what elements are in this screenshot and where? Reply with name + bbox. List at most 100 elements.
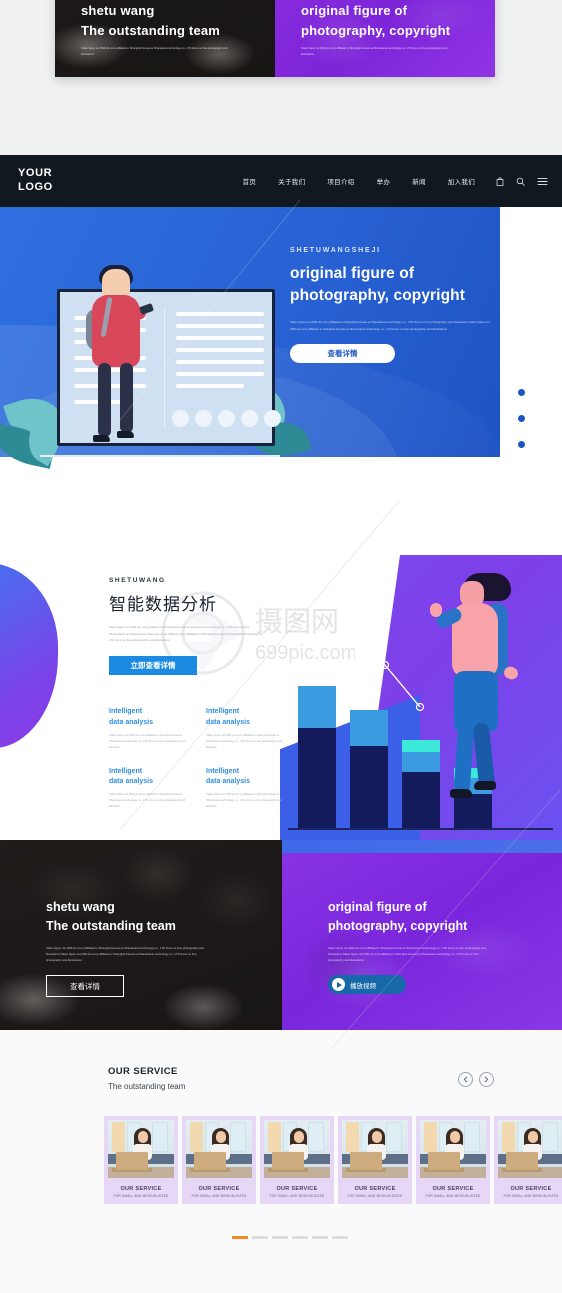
hero-heading-line2: photography, copyright: [290, 287, 465, 305]
search-icon[interactable]: [516, 177, 525, 186]
service-card[interactable]: OUR SERVICE FOR SMALL AND MEDIUM-SIZED: [416, 1116, 490, 1204]
hero-cta-button[interactable]: 查看详情: [290, 344, 395, 364]
slider-dot-1[interactable]: [518, 389, 525, 396]
slider-dot-3[interactable]: [518, 441, 525, 448]
purple-panel-heading: original figure of photography, copyrigh…: [328, 898, 528, 937]
feature-title: Intelligent data analysis: [206, 707, 283, 729]
hamburger-menu-icon[interactable]: [537, 177, 548, 186]
dual-panel-section: shetu wang The outstanding team Taken fi…: [0, 840, 562, 1030]
webpage-mockup: shetu wang The outstanding team Taken fi…: [0, 0, 562, 1293]
nav-item-news[interactable]: 新闻: [401, 176, 437, 186]
ground-line: [40, 455, 280, 457]
preview-purple-panel: original figure of photography, copyrigh…: [275, 0, 495, 77]
purple-panel-line2: photography, copyright: [328, 919, 468, 934]
navigation-bar: YOUR LOGO 首页 关于我们 项目介绍 举办 新闻 加入我们: [0, 155, 562, 207]
feature-card[interactable]: Intelligent data analysis Taken figure n…: [109, 767, 186, 811]
preview-panels: shetu wang The outstanding team Taken fi…: [55, 0, 495, 77]
logo-line1: YOUR: [18, 167, 53, 180]
preview-dark-line1: shetu wang: [81, 3, 155, 19]
preview-dark-line2: The outstanding team: [81, 22, 221, 38]
progress-segment-5[interactable]: [312, 1236, 328, 1239]
feature-card[interactable]: Intelligent data analysis Taken figure n…: [109, 707, 186, 751]
analytics-body-text: Taken figure net (699 pic.com) affiliate…: [109, 625, 264, 643]
feature-body: Taken figure net (699 pic.com) affiliate…: [206, 733, 283, 749]
progress-segment-3[interactable]: [272, 1236, 288, 1239]
progress-segment-4[interactable]: [292, 1236, 308, 1239]
preview-purple-line1: original figure of: [301, 3, 408, 19]
service-card-title: OUR SERVICE: [510, 1186, 552, 1192]
nav-item-home[interactable]: 首页: [232, 176, 268, 186]
service-card-image: [342, 1120, 408, 1178]
hero-heading-line1: original figure of: [290, 265, 415, 282]
dark-panel-line1: shetu wang: [46, 900, 115, 914]
feature-body: Taken figure net (699 pic.com) affiliate…: [109, 793, 186, 809]
person-walking-figure: [430, 573, 530, 821]
feature-card[interactable]: Intelligent data analysis Taken figure n…: [206, 707, 283, 751]
hero-eyebrow: SHETUWANGSHEJI: [290, 247, 381, 254]
service-card-caption: OUR SERVICE FOR SMALL AND MEDIUM-SIZED: [498, 1178, 562, 1198]
carousel-progress-bar: [232, 1236, 348, 1239]
nav-item-about[interactable]: 关于我们: [267, 176, 316, 186]
progress-segment-6[interactable]: [332, 1236, 348, 1239]
service-card-caption: OUR SERVICE FOR SMALL AND MEDIUM-SIZED: [186, 1178, 252, 1198]
nav-item-join-us[interactable]: 加入我们: [437, 176, 486, 186]
progress-segment-1[interactable]: [232, 1236, 248, 1239]
service-section: OUR SERVICE The outstanding team OUR SER…: [0, 1030, 562, 1293]
feature-grid: Intelligent data analysis Taken figure n…: [109, 707, 284, 826]
service-card[interactable]: OUR SERVICE FOR SMALL AND MEDIUM-SIZED: [182, 1116, 256, 1204]
analytics-cta-button[interactable]: 立即查看详情: [109, 655, 197, 675]
service-card-subtitle: FOR SMALL AND MEDIUM-SIZED: [269, 1194, 325, 1198]
service-card[interactable]: OUR SERVICE FOR SMALL AND MEDIUM-SIZED: [494, 1116, 562, 1204]
nav-item-projects[interactable]: 项目介绍: [316, 176, 365, 186]
preview-dark-text: shetu wang The outstanding team Taken fi…: [81, 1, 231, 57]
hero-body-text: Taken figure net (699 pic.com) affiliate…: [290, 319, 490, 331]
feature-title-line1: Intelligent: [206, 767, 240, 775]
service-card-title: OUR SERVICE: [276, 1186, 318, 1192]
hero-section: SHETUWANGSHEJI original figure of photog…: [0, 207, 562, 515]
service-card-image: [186, 1120, 252, 1178]
dark-panel-cta-button[interactable]: 查看详情: [46, 975, 124, 998]
feature-body: Taken figure net (699 pic.com) affiliate…: [109, 733, 186, 749]
service-card-title: OUR SERVICE: [198, 1186, 240, 1192]
gradient-blob-decoration: [0, 563, 58, 748]
service-card-caption: OUR SERVICE FOR SMALL AND MEDIUM-SIZED: [108, 1178, 174, 1198]
purple-panel-text: original figure of photography, copyrigh…: [328, 898, 528, 995]
hero-heading: original figure of photography, copyrigh…: [290, 263, 505, 308]
service-card-list: OUR SERVICE FOR SMALL AND MEDIUM-SIZED O…: [104, 1116, 562, 1204]
feature-title-line1: Intelligent: [109, 767, 143, 775]
progress-segment-2[interactable]: [252, 1236, 268, 1239]
service-card-image: [498, 1120, 562, 1178]
service-card-title: OUR SERVICE: [354, 1186, 396, 1192]
nav-right-group: 首页 关于我们 项目介绍 举办 新闻 加入我们: [232, 176, 548, 186]
service-header: OUR SERVICE The outstanding team: [108, 1066, 185, 1091]
service-card-subtitle: FOR SMALL AND MEDIUM-SIZED: [113, 1194, 169, 1198]
nav-item-events[interactable]: 举办: [366, 176, 402, 186]
person-with-phone-figure: [86, 265, 156, 459]
analytics-eyebrow: SHETUWANG: [109, 577, 166, 584]
feature-title: Intelligent data analysis: [109, 767, 186, 789]
feature-body: Taken figure net (699 pic.com) affiliate…: [206, 793, 283, 809]
service-card-title: OUR SERVICE: [120, 1186, 162, 1192]
service-card[interactable]: OUR SERVICE FOR SMALL AND MEDIUM-SIZED: [260, 1116, 334, 1204]
service-card[interactable]: OUR SERVICE FOR SMALL AND MEDIUM-SIZED: [338, 1116, 412, 1204]
feature-title-line1: Intelligent: [206, 708, 240, 715]
feature-title: Intelligent data analysis: [206, 767, 283, 789]
dark-team-panel: shetu wang The outstanding team Taken fi…: [0, 840, 282, 1030]
service-card-image: [264, 1120, 330, 1178]
analytics-illustration: [280, 555, 562, 840]
feature-card[interactable]: Intelligent data analysis Taken figure n…: [206, 767, 283, 811]
service-card-title: OUR SERVICE: [432, 1186, 474, 1192]
service-card[interactable]: OUR SERVICE FOR SMALL AND MEDIUM-SIZED: [104, 1116, 178, 1204]
chevron-left-icon[interactable]: [458, 1072, 473, 1087]
slider-dot-2[interactable]: [518, 415, 525, 422]
feature-title-line2: data analysis: [109, 718, 153, 726]
analytics-section: 摄图网 699pic.com SHETUWANG 智能数据分析 Taken fi…: [0, 515, 562, 840]
site-logo[interactable]: YOUR LOGO: [18, 167, 53, 195]
chevron-right-icon[interactable]: [479, 1072, 494, 1087]
service-card-caption: OUR SERVICE FOR SMALL AND MEDIUM-SIZED: [420, 1178, 486, 1198]
service-card-subtitle: FOR SMALL AND MEDIUM-SIZED: [425, 1194, 481, 1198]
hero-slider-dots: [518, 389, 525, 448]
feature-title: Intelligent data analysis: [109, 707, 186, 729]
bag-icon[interactable]: [496, 176, 504, 186]
play-video-button[interactable]: 播放视频: [328, 975, 406, 995]
